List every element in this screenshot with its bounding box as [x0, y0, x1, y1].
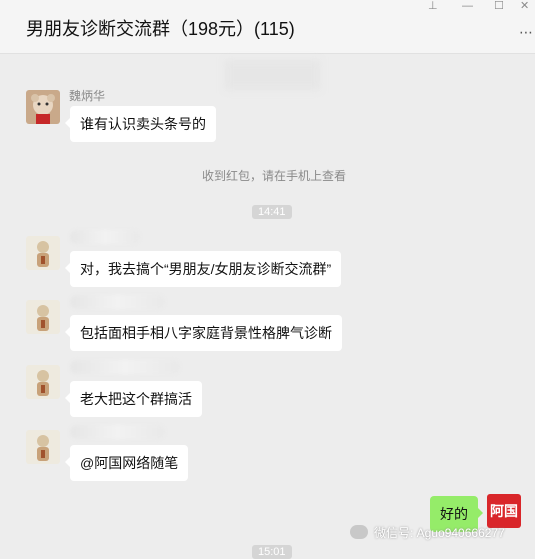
pin-icon[interactable]: ⊥ — [428, 0, 438, 12]
blurred-sender-name — [70, 295, 165, 309]
close-icon[interactable]: ✕ — [520, 0, 529, 12]
avatar[interactable] — [26, 236, 60, 270]
message-bubble[interactable]: @阿国网络随笔 — [64, 445, 189, 481]
message-bubble[interactable]: 老大把这个群搞活 — [65, 381, 202, 417]
message-bubble[interactable]: 对，我去搞个“男朋友/女朋友诊断交流群” — [64, 251, 342, 287]
avatar[interactable] — [26, 90, 60, 124]
minimize-icon[interactable]: — — [462, 0, 473, 12]
sender-name: 魏炳华 — [69, 89, 106, 103]
my-avatar-text: 阿国 — [490, 504, 518, 520]
timestamp: 15:01 — [252, 545, 292, 559]
chat-title: 男朋友诊断交流群（198元）(115) — [26, 19, 295, 39]
avatar[interactable] — [26, 430, 60, 464]
message-bubble[interactable]: 谁有认识卖头条号的 — [65, 106, 216, 142]
maximize-icon[interactable]: ☐ — [494, 0, 504, 12]
blurred-sender-name — [70, 230, 140, 244]
timestamp: 14:41 — [252, 205, 292, 219]
more-options-icon[interactable]: ⋯ — [519, 24, 533, 41]
watermark-text: 微信号: Aguo940666277 — [374, 525, 505, 540]
system-message: 收到红包，请在手机上查看 — [202, 169, 347, 183]
wechat-logo-icon — [350, 525, 368, 539]
avatar[interactable] — [26, 365, 60, 399]
message-bubble[interactable]: 包括面相手相八字家庭背景性格脾气诊断 — [65, 315, 342, 351]
chat-header: 男朋友诊断交流群（198元）(115) ⊥ — ☐ ✕ ⋯ — [0, 0, 535, 54]
watermark: 微信号: Aguo940666277 — [350, 522, 505, 542]
blurred-area — [225, 60, 320, 90]
avatar[interactable] — [26, 300, 60, 334]
blurred-sender-name — [70, 360, 180, 374]
blurred-sender-name — [70, 425, 165, 439]
